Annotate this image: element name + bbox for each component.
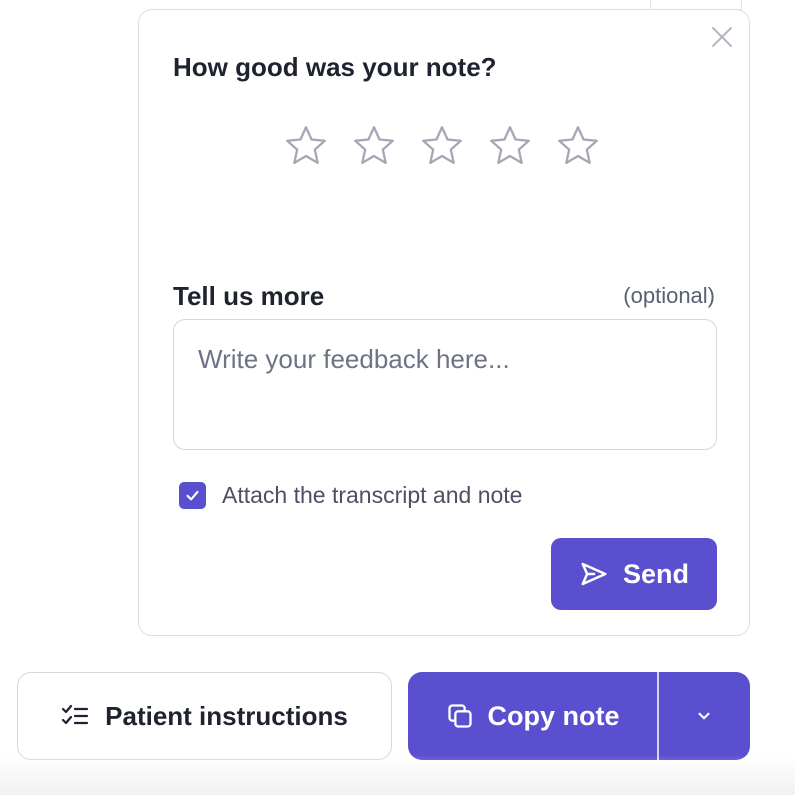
- close-icon: [712, 27, 732, 47]
- star-3-button[interactable]: [419, 122, 465, 170]
- copy-options-dropdown-button[interactable]: [659, 672, 751, 760]
- popup-title: How good was your note?: [173, 52, 497, 82]
- copy-icon: [447, 704, 472, 728]
- bottom-shadow: [0, 755, 795, 795]
- chevron-down-icon: [698, 712, 710, 720]
- tell-us-more-label: Tell us more: [173, 281, 325, 311]
- star-icon: [354, 126, 394, 165]
- send-label: Send: [622, 558, 689, 589]
- send-button[interactable]: Send: [551, 538, 717, 610]
- close-button[interactable]: [709, 24, 735, 50]
- patient-instructions-button[interactable]: Patient instructions: [17, 672, 392, 760]
- patient-instructions-label: Patient instructions: [105, 700, 348, 731]
- attach-transcript-toggle[interactable]: Attach the transcript and note: [179, 480, 522, 510]
- star-5-button[interactable]: [555, 122, 601, 170]
- star-4-button[interactable]: [487, 122, 533, 170]
- star-1-button[interactable]: [283, 122, 329, 170]
- star-icon: [286, 126, 326, 165]
- star-icon: [422, 126, 462, 165]
- copy-note-label: Copy note: [487, 700, 620, 731]
- check-icon: [186, 490, 199, 500]
- star-icon: [558, 126, 598, 165]
- optional-label: (optional): [623, 283, 715, 308]
- feedback-popup: How good was your note? Tell us more (op…: [138, 9, 750, 636]
- copy-note-button-group: Copy note: [408, 672, 750, 760]
- star-2-button[interactable]: [351, 122, 397, 170]
- attach-checkbox[interactable]: [179, 481, 206, 509]
- star-rating: [283, 122, 601, 174]
- attach-label: Attach the transcript and note: [222, 481, 523, 508]
- copy-note-button[interactable]: Copy note: [408, 672, 657, 760]
- star-icon: [490, 126, 530, 165]
- feedback-input[interactable]: [173, 319, 717, 450]
- checklist-icon: [62, 704, 89, 725]
- send-icon: [581, 562, 607, 586]
